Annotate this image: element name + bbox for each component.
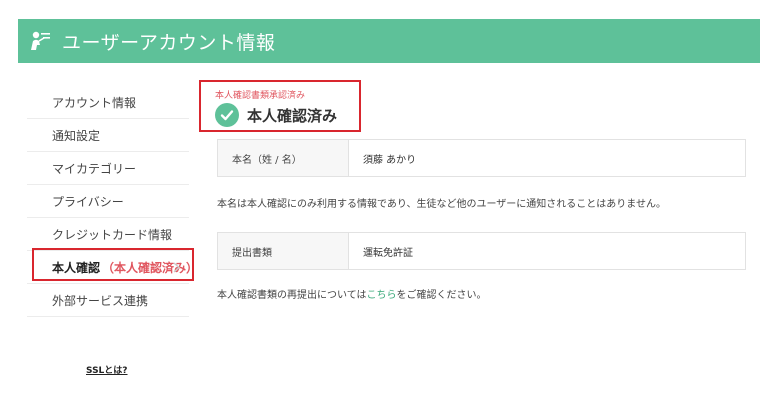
page-title: ユーザーアカウント情報	[62, 31, 276, 54]
sidebar-item-label: アカウント情報	[52, 95, 137, 110]
sidebar-nav: アカウント情報 通知設定 マイカテゴリー プライバシー クレジットカード情報 本…	[27, 86, 198, 317]
name-value: 須藤 あかり	[349, 140, 745, 176]
resubmit-link[interactable]: こちら	[367, 290, 397, 301]
sidebar-item-label: 本人確認	[52, 260, 101, 275]
status-main: 本人確認済み	[215, 103, 337, 127]
ssl-info-link[interactable]: SSLとは?	[86, 363, 128, 376]
sidebar-item-identity-verification[interactable]: 本人確認 （本人確認済み）	[27, 251, 198, 284]
sidebar-item-label: クレジットカード情報	[52, 227, 173, 242]
resubmit-text-before: 本人確認書類の再提出については	[217, 290, 367, 301]
resubmit-text-after: をご確認ください。	[396, 290, 487, 301]
sidebar-item-privacy[interactable]: プライバシー	[27, 185, 189, 218]
name-note: 本名は本人確認にのみ利用する情報であり、生徒など他のユーザーに通知されることはあ…	[217, 199, 666, 210]
sidebar-item-external-services[interactable]: 外部サービス連携	[27, 284, 189, 317]
sidebar-item-label: プライバシー	[52, 194, 124, 209]
user-icon	[26, 27, 54, 55]
sidebar-item-account-info[interactable]: アカウント情報	[27, 86, 189, 119]
chevron-right-icon	[172, 258, 181, 273]
document-value: 運転免許証	[349, 233, 745, 269]
document-label: 提出書類	[218, 233, 349, 269]
sidebar-item-notification-settings[interactable]: 通知設定	[27, 119, 189, 152]
verified-badge: （本人確認済み）	[102, 260, 199, 275]
resubmit-note: 本人確認書類の再提出についてはこちらをご確認ください。	[217, 286, 487, 301]
name-row: 本名（姓 / 名） 須藤 あかり	[217, 139, 746, 177]
sidebar-item-label: マイカテゴリー	[52, 161, 137, 176]
sidebar-item-my-category[interactable]: マイカテゴリー	[27, 152, 189, 185]
name-label: 本名（姓 / 名）	[218, 140, 349, 176]
verification-status: 本人確認書類承認済み 本人確認済み	[199, 80, 361, 132]
sidebar-item-label: 外部サービス連携	[52, 293, 149, 308]
status-label: 本人確認済み	[247, 106, 338, 125]
check-circle-icon	[215, 103, 239, 127]
status-caption: 本人確認書類承認済み	[215, 91, 306, 101]
sidebar-item-label: 通知設定	[52, 128, 101, 143]
document-row: 提出書類 運転免許証	[217, 232, 746, 270]
sidebar-item-credit-card[interactable]: クレジットカード情報	[27, 218, 189, 251]
page-header: ユーザーアカウント情報	[18, 19, 760, 63]
